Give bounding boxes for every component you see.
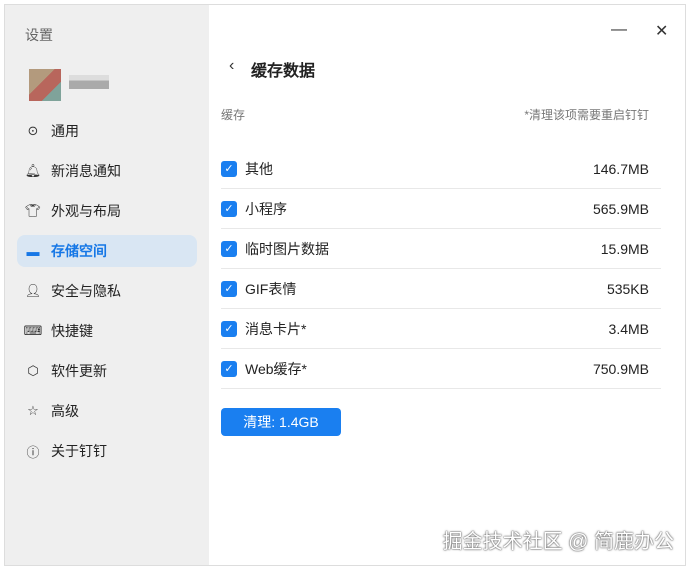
cache-label: 消息卡片* <box>245 320 307 337</box>
sidebar-item-update[interactable]: ⬡ 软件更新 <box>17 355 197 387</box>
checkbox[interactable]: ✓ <box>221 160 237 177</box>
checkbox[interactable]: ✓ <box>221 280 237 297</box>
watermark: 掘金技术社区 @ 简鹿办公 <box>442 531 674 553</box>
sidebar-item-label: 存储空间 <box>51 243 107 259</box>
cache-row: ✓ 消息卡片* 3.4MB <box>221 309 661 349</box>
avatar[interactable] <box>29 69 61 101</box>
bell-icon: 🔔︎ <box>24 163 42 178</box>
sidebar-item-label: 通用 <box>51 123 79 139</box>
cache-size: 3.4MB <box>608 320 649 337</box>
info-icon: ⓘ <box>26 444 40 460</box>
cache-label: 小程序 <box>245 200 287 217</box>
sidebar-item-label: 快捷键 <box>51 323 93 339</box>
sidebar-nav: ⊙ 通用 🔔︎ 新消息通知 👕︎ 外观与布局 ▬ 存储空间 👤︎ 安全与隐私 ⌨ 快捷键 ⬡… <box>17 115 197 475</box>
sidebar-item-advanced[interactable]: ☆ 高级 <box>17 395 197 427</box>
cache-size: 535KB <box>606 280 649 297</box>
sidebar-title: 设置 <box>25 27 53 43</box>
sidebar-item-label: 高级 <box>51 403 79 419</box>
sidebar-item-label: 软件更新 <box>51 363 107 379</box>
checkbox[interactable]: ✓ <box>221 320 237 337</box>
sidebar-item-label: 新消息通知 <box>51 163 121 179</box>
checkbox[interactable]: ✓ <box>221 360 237 377</box>
sidebar-item-notifications[interactable]: 🔔︎ 新消息通知 <box>17 155 197 187</box>
cache-row: ✓ 临时图片数据 15.9MB <box>221 229 661 269</box>
cache-row: ✓ GIF表情 535KB <box>221 269 661 309</box>
clean-button[interactable]: 清理: 1.4GB <box>221 408 341 436</box>
close-button[interactable]: ✕ <box>655 21 668 41</box>
main-panel: — ✕ ‹ 缓存数据 缓存 *清理该项需要重启钉钉 ✓ 其他 146.7MB ✓ 小程… <box>209 5 685 565</box>
storage-icon: ▬ <box>26 243 40 259</box>
cache-list: ✓ 其他 146.7MB ✓ 小程序 565.9MB ✓ 临时图片数据 15.9MB ✓ GI… <box>221 149 661 389</box>
cache-size: 146.7MB <box>592 160 649 177</box>
cache-row: ✓ 小程序 565.9MB <box>221 189 661 229</box>
page-title: 缓存数据 <box>251 63 316 80</box>
cache-label: 其他 <box>245 160 273 177</box>
cache-size: 15.9MB <box>600 240 649 257</box>
cache-label: 临时图片数据 <box>245 240 329 257</box>
cache-label: GIF表情 <box>245 280 297 297</box>
sidebar-item-label: 关于钉钉 <box>51 443 107 459</box>
cache-label: Web缓存* <box>245 360 307 377</box>
star-icon: ☆ <box>27 403 39 418</box>
sidebar-item-general[interactable]: ⊙ 通用 <box>17 115 197 147</box>
section-label: 缓存 <box>221 108 246 122</box>
shirt-icon: 👕︎ <box>24 203 42 218</box>
checkbox[interactable]: ✓ <box>221 200 237 217</box>
sidebar-item-shortcuts[interactable]: ⌨ 快捷键 <box>17 315 197 347</box>
settings-window: 设置 ⊙ 通用 🔔︎ 新消息通知 👕︎ 外观与布局 ▬ 存储空间 👤︎ 安全与隐私 ⌨ 快捷… <box>4 4 686 566</box>
sidebar-item-about[interactable]: ⓘ 关于钉钉 <box>17 435 197 467</box>
sidebar-item-label: 安全与隐私 <box>51 283 121 299</box>
sidebar-item-security[interactable]: 👤︎ 安全与隐私 <box>17 275 197 307</box>
cache-row: ✓ 其他 146.7MB <box>221 149 661 189</box>
cache-row: ✓ Web缓存* 750.9MB <box>221 349 661 389</box>
cache-size: 750.9MB <box>592 360 649 377</box>
user-icon: 👤︎ <box>24 283 42 298</box>
checkbox[interactable]: ✓ <box>221 240 237 257</box>
keyboard-icon: ⌨ <box>23 323 43 338</box>
cache-size: 565.9MB <box>592 200 649 217</box>
minimize-button[interactable]: — <box>611 21 627 39</box>
restart-note: *清理该项需要重启钉钉 <box>524 108 649 122</box>
back-button[interactable]: ‹ <box>229 57 234 75</box>
sidebar: 设置 ⊙ 通用 🔔︎ 新消息通知 👕︎ 外观与布局 ▬ 存储空间 👤︎ 安全与隐私 ⌨ 快捷… <box>5 5 209 565</box>
sidebar-item-label: 外观与布局 <box>51 203 121 219</box>
user-name <box>69 75 109 89</box>
sidebar-item-appearance[interactable]: 👕︎ 外观与布局 <box>17 195 197 227</box>
cube-icon: ⬡ <box>27 363 39 378</box>
gear-icon: ⊙ <box>27 123 39 138</box>
sidebar-item-storage[interactable]: ▬ 存储空间 <box>17 235 197 267</box>
